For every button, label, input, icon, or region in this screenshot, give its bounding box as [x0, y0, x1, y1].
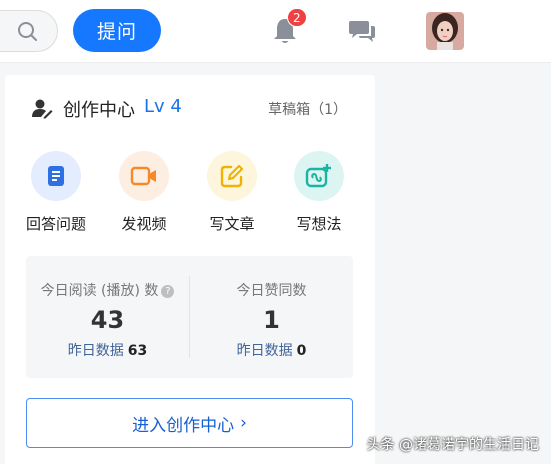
yesterday-label: 昨日数据 — [67, 343, 124, 359]
stat-value: 43 — [90, 306, 125, 334]
search-button[interactable] — [0, 10, 58, 52]
creator-center-title: 创作中心 — [63, 100, 135, 121]
action-label: 发视频 — [121, 215, 167, 233]
stat-title: 今日赞同数 — [236, 283, 307, 299]
stats-panel: 今日阅读 (播放) 数? 43 昨日数据 63 今日赞同数 1 昨日数据 0 — [26, 256, 353, 378]
edit-icon — [220, 164, 244, 188]
answer-doc-icon — [48, 166, 64, 186]
action-label: 写文章 — [209, 215, 255, 233]
drafts-link[interactable]: 草稿箱（1） — [268, 99, 347, 119]
help-icon[interactable]: ? — [161, 285, 175, 298]
search-icon — [18, 22, 37, 41]
avatar[interactable] — [426, 12, 464, 50]
action-label: 写想法 — [296, 215, 342, 233]
video-icon — [130, 166, 156, 186]
idea-link-icon — [305, 164, 331, 188]
ask-question-button[interactable]: 提问 — [73, 9, 161, 52]
chevron-right-icon: › — [240, 413, 247, 433]
enter-creator-center-button[interactable]: 进入创作中心 › — [26, 398, 353, 448]
yesterday-value: 63 — [127, 343, 148, 359]
notification-badge: 2 — [287, 8, 307, 27]
today-likes-stat: 今日赞同数 1 昨日数据 0 — [190, 256, 353, 360]
creator-level[interactable]: Lv 4 — [144, 96, 182, 117]
chat-icon[interactable] — [348, 17, 376, 45]
yesterday-value: 0 — [296, 343, 307, 359]
today-reads-stat: 今日阅读 (播放) 数? 43 昨日数据 63 — [26, 256, 189, 360]
creator-user-icon — [32, 99, 53, 119]
enter-button-label: 进入创作中心 — [132, 415, 235, 436]
post-video-action[interactable]: 发视频 — [110, 151, 178, 234]
top-bar: 提问 2 — [0, 0, 551, 63]
answer-question-action[interactable]: 回答问题 — [22, 151, 90, 234]
stat-value: 1 — [263, 306, 280, 334]
creator-center-card: 创作中心 Lv 4 草稿箱（1） 回答问题 发视频 写文章 写想法 今日阅读 (… — [5, 75, 375, 464]
stat-title: 今日阅读 (播放) 数 — [40, 283, 159, 299]
write-article-action[interactable]: 写文章 — [198, 151, 266, 234]
write-idea-action[interactable]: 写想法 — [285, 151, 353, 234]
action-label: 回答问题 — [25, 215, 86, 233]
watermark: 头条 @诸葛诺宇的生活日记 — [366, 437, 539, 453]
yesterday-label: 昨日数据 — [236, 343, 293, 359]
avatar-image — [426, 12, 464, 50]
